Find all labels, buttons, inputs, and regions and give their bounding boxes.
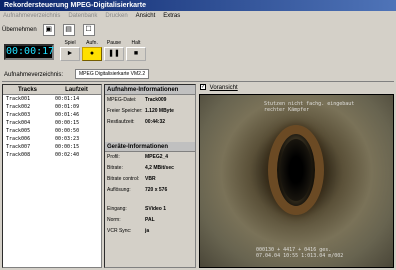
- bitrate-control-label: Bitrate control:: [107, 176, 140, 182]
- pause-label: Pause: [106, 40, 122, 46]
- track-name: Track001: [6, 96, 31, 102]
- bitrate-control-value: VBR: [145, 176, 156, 182]
- table-row[interactable]: Track004 00:00:15: [3, 119, 101, 127]
- camera-icon[interactable]: ▣: [42, 24, 55, 36]
- vcr-label: VCR Sync:: [107, 228, 132, 234]
- track-duration: 00:00:15: [55, 144, 80, 150]
- restlaufzeit-row: Restlaufzeit: 00:44:32: [105, 117, 195, 128]
- aufloesung-value: 720 x 576: [145, 187, 168, 193]
- spiel-label: Spiel: [64, 40, 76, 46]
- table-row[interactable]: Track002 00:01:09: [3, 103, 101, 111]
- checkbox-checked-icon[interactable]: ✓: [200, 84, 206, 91]
- uebernehmen-button[interactable]: Übernehmen: [2, 27, 37, 33]
- speicher-value: 1.120 MByte: [145, 108, 174, 114]
- aufnahme-label: Aufn.: [86, 40, 98, 46]
- halt-label: Halt: [131, 40, 141, 46]
- table-row[interactable]: Track006 00:03:23: [3, 135, 101, 143]
- datei-label: MPEG-Datei:: [107, 97, 137, 103]
- datei-value: Track009: [145, 97, 167, 103]
- osd-top-text: Stutzen nicht fachg. eingebaut rechter K…: [264, 101, 355, 113]
- table-row[interactable]: Track007 00:00:15: [3, 143, 101, 151]
- track-name: Track002: [6, 104, 31, 110]
- aufloesung-label: Auflösung:: [107, 187, 131, 193]
- track-duration: 00:03:23: [55, 136, 80, 142]
- source-tab[interactable]: MPEG Digitalisierkarte VM2.2: [75, 69, 150, 79]
- divider: [2, 81, 394, 82]
- video-preview: Stutzen nicht fachg. eingebaut rechter K…: [199, 94, 394, 268]
- norm-value: PAL: [145, 217, 155, 223]
- table-row[interactable]: Track005 00:00:50: [3, 127, 101, 135]
- osd-bottom-text: 000130 + 4417 + 0416 ges. 07.04.04 10:55…: [256, 247, 344, 259]
- track-duration: 00:01:46: [55, 112, 80, 118]
- aufloesung-row: Auflösung: 720 x 576: [105, 185, 195, 196]
- laufzeit-column-header[interactable]: Laufzeit: [52, 85, 101, 94]
- norm-label: Norm:: [107, 217, 121, 223]
- eingang-row: Eingang: SVideo 1: [105, 204, 195, 215]
- track-duration: 00:00:50: [55, 128, 80, 134]
- track-name: Track007: [6, 144, 31, 150]
- restlaufzeit-value: 00:44:32: [145, 119, 166, 125]
- aufnahme-section-title: Aufnahme-Informationen: [105, 85, 195, 95]
- geraet-section-title: Geräte-Informationen: [105, 142, 195, 152]
- play-button[interactable]: ►: [60, 47, 80, 61]
- settings-icon[interactable]: ☐: [82, 24, 95, 36]
- speicher-label: Freier Speicher:: [107, 108, 143, 114]
- track-duration: 00:00:15: [55, 120, 80, 126]
- eingang-label: Eingang:: [107, 206, 127, 212]
- bitrate-value: 4,2 MBit/sec: [145, 165, 174, 171]
- time-counter: 00:00:17: [4, 44, 54, 60]
- bitrate-control-row: Bitrate control: VBR: [105, 174, 195, 185]
- menu-drucken[interactable]: Drucken: [102, 11, 130, 21]
- restlaufzeit-label: Restlaufzeit:: [107, 119, 135, 125]
- info-panel: Aufnahme-Informationen MPEG-Datei: Track0…: [104, 84, 196, 268]
- track-duration: 00:01:14: [55, 96, 80, 102]
- track-duration: 00:02:40: [55, 152, 80, 158]
- vcr-value: ja: [145, 228, 150, 234]
- speicher-row: Freier Speicher: 1.120 MByte: [105, 106, 195, 117]
- track-name: Track006: [6, 136, 31, 142]
- norm-row: Norm: PAL: [105, 215, 195, 226]
- toolbar: Übernehmen ▣ ▤ ☐: [2, 24, 101, 38]
- preview-toggle[interactable]: ✓ Voransicht: [200, 84, 238, 93]
- pipe-opening: [280, 139, 312, 201]
- vcr-row: VCR Sync: ja: [105, 226, 195, 237]
- profil-row: Profil: MPEG2_4: [105, 152, 195, 163]
- window-title: Rekordersteuerung MPEG-Digitalisierkarte: [0, 0, 396, 11]
- menu-bar: Aufnahmeverzeichnis Datenbank Drucken An…: [0, 11, 396, 21]
- menu-extras[interactable]: Extras: [160, 11, 183, 21]
- menu-ansicht[interactable]: Ansicht: [133, 11, 159, 21]
- film-icon[interactable]: ▤: [62, 24, 75, 36]
- track-name: Track004: [6, 120, 31, 126]
- track-duration: 00:01:09: [55, 104, 80, 110]
- pause-button[interactable]: ❚❚: [104, 47, 124, 61]
- tracks-header: Tracks Laufzeit: [3, 85, 101, 95]
- tracks-list[interactable]: Tracks Laufzeit Track001 00:01:14 Track00…: [2, 84, 102, 268]
- datei-row: MPEG-Datei: Track009: [105, 95, 195, 106]
- source-label: Aufnahmeverzeichnis:: [4, 72, 64, 78]
- menu-aufnahmeverzeichnis[interactable]: Aufnahmeverzeichnis: [0, 11, 63, 21]
- menu-datenbank[interactable]: Datenbank: [65, 11, 100, 21]
- preview-label: Voransicht: [209, 85, 238, 91]
- eingang-value: SVideo 1: [145, 206, 167, 212]
- record-button[interactable]: ●: [82, 47, 102, 61]
- profil-label: Profil:: [107, 154, 120, 160]
- table-row[interactable]: Track003 00:01:46: [3, 111, 101, 119]
- bitrate-label: Bitrate:: [107, 165, 123, 171]
- tracks-column-header[interactable]: Tracks: [3, 85, 52, 94]
- track-name: Track008: [6, 152, 31, 158]
- track-name: Track003: [6, 112, 31, 118]
- stop-button[interactable]: ■: [126, 47, 146, 61]
- profil-value: MPEG2_4: [145, 154, 169, 160]
- table-row[interactable]: Track001 00:01:14: [3, 95, 101, 103]
- track-name: Track005: [6, 128, 31, 134]
- bitrate-row: Bitrate: 4,2 MBit/sec: [105, 163, 195, 174]
- table-row[interactable]: Track008 00:02:40: [3, 151, 101, 159]
